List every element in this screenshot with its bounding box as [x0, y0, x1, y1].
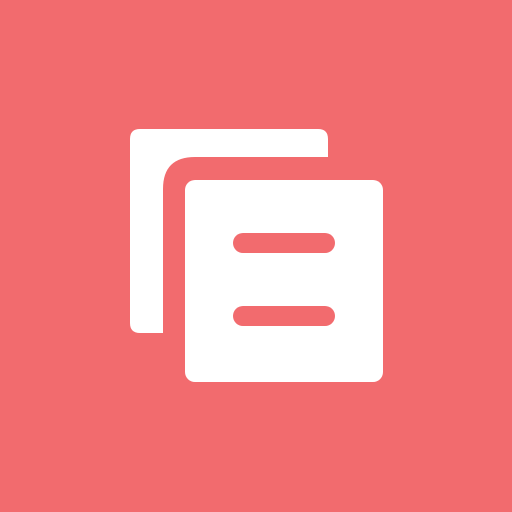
front-page-shape [185, 180, 383, 382]
app-icon [0, 0, 512, 512]
page-line-bottom [233, 306, 335, 326]
copy-documents-icon [0, 0, 512, 512]
page-line-top [233, 233, 335, 253]
